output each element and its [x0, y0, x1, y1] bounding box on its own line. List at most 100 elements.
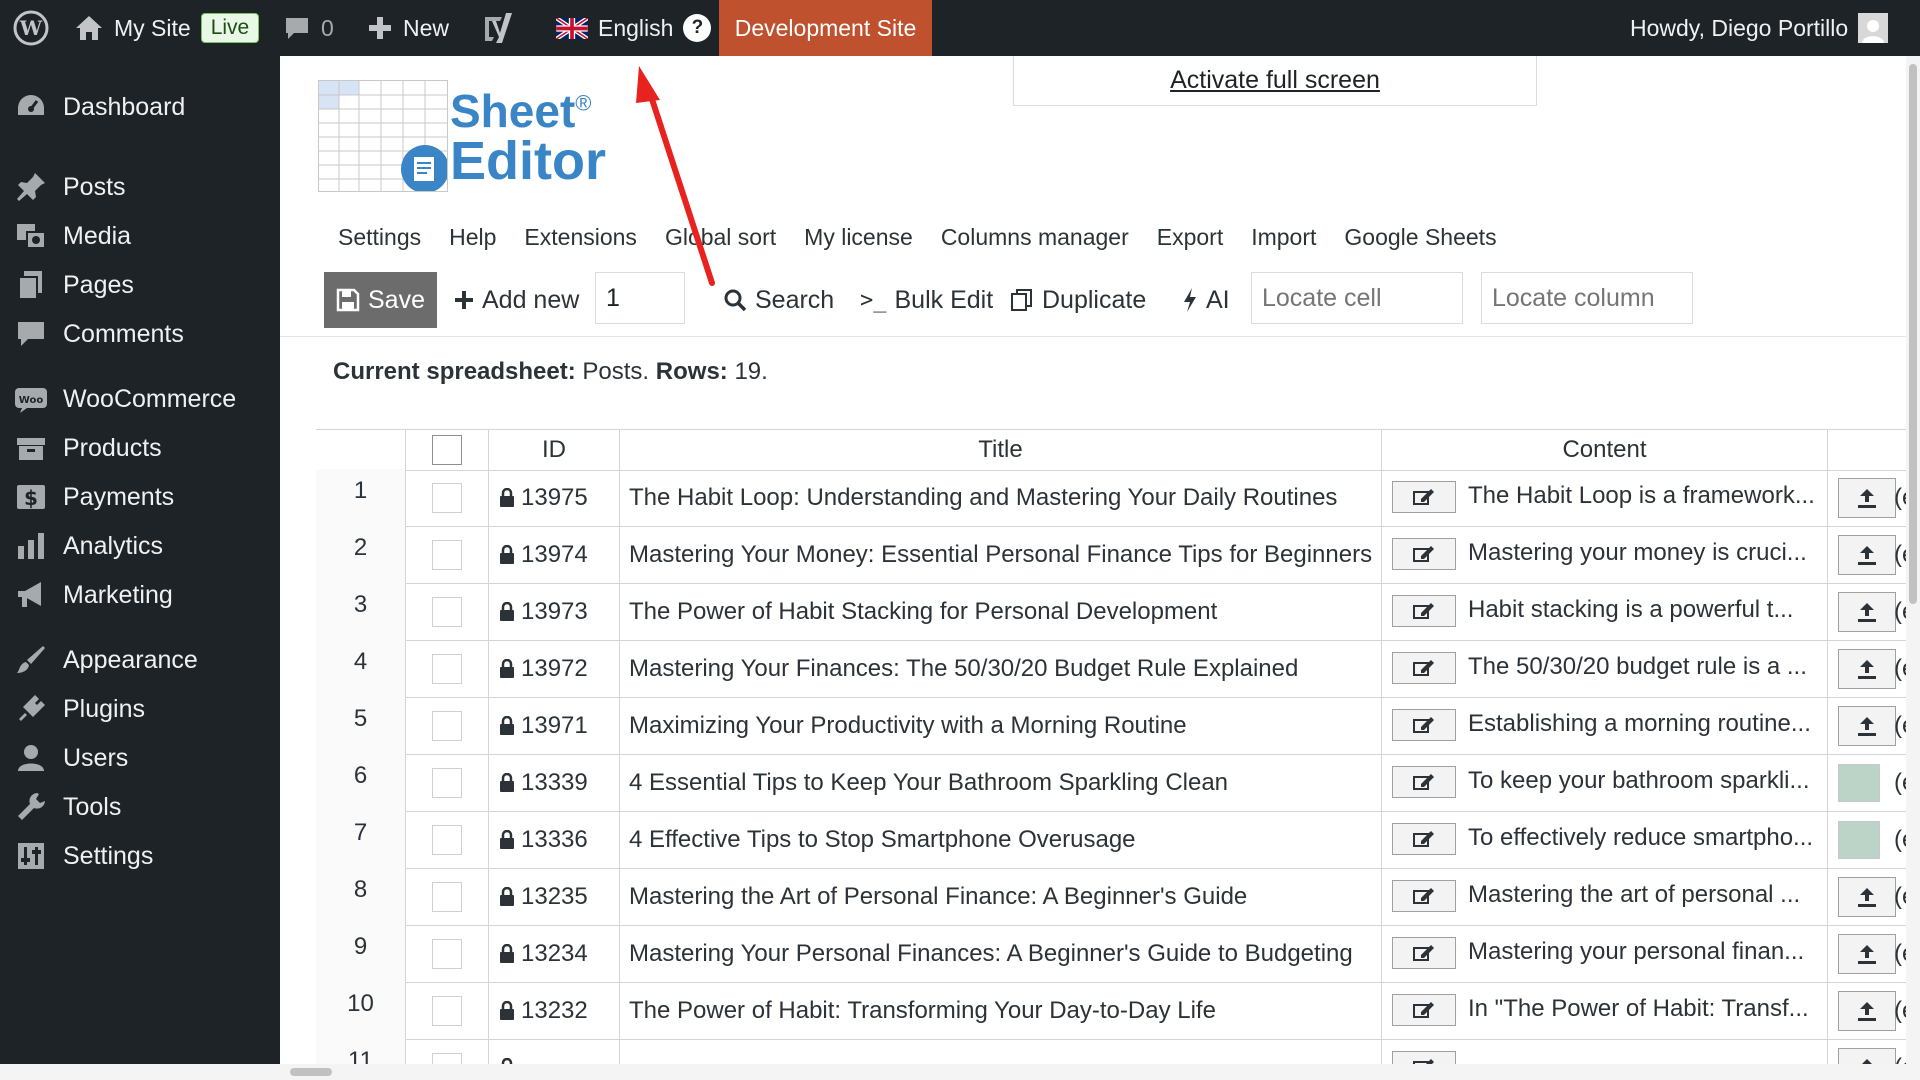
upload-image-button[interactable] — [1838, 933, 1896, 974]
horizontal-scrollbar[interactable] — [0, 1064, 1906, 1080]
row-select-cell[interactable] — [406, 697, 489, 754]
sidebar-item-payments[interactable]: $ Payments — [0, 472, 280, 522]
nav-settings[interactable]: Settings — [338, 224, 421, 251]
row-checkbox[interactable] — [432, 824, 462, 855]
vertical-scrollbar[interactable] — [1906, 56, 1920, 1080]
row-checkbox[interactable] — [432, 596, 462, 627]
row-select-cell[interactable] — [406, 526, 489, 583]
my-site-link[interactable]: My Site Live — [74, 0, 260, 56]
header-content[interactable]: Content — [1382, 430, 1828, 470]
nav-extensions[interactable]: Extensions — [524, 224, 637, 251]
table-row[interactable]: 9 13234 Mastering Your Personal Finances: … — [316, 925, 1920, 983]
edit-content-button[interactable] — [1392, 538, 1456, 570]
table-row[interactable]: 8 13235 Mastering the Art of Personal Fina… — [316, 868, 1920, 926]
row-checkbox[interactable] — [432, 539, 462, 570]
nav-google-sheets[interactable]: Google Sheets — [1344, 224, 1496, 251]
row-select-cell[interactable] — [406, 754, 489, 811]
sidebar-item-marketing[interactable]: Marketing — [0, 570, 280, 620]
title-cell[interactable]: Mastering Your Finances: The 50/30/20 Bu… — [620, 640, 1382, 697]
row-select-cell[interactable] — [406, 469, 489, 526]
ai-button[interactable]: AI — [1182, 272, 1230, 328]
add-new-count-input[interactable]: 1 — [595, 272, 685, 324]
select-all-checkbox[interactable] — [432, 435, 462, 465]
language-switcher[interactable]: English ? — [556, 0, 712, 56]
locate-column-input[interactable]: Locate column — [1481, 272, 1693, 324]
row-checkbox[interactable] — [432, 767, 462, 798]
row-select-cell[interactable] — [406, 811, 489, 868]
edit-content-button[interactable] — [1392, 652, 1456, 684]
nav-columns-manager[interactable]: Columns manager — [941, 224, 1129, 251]
row-checkbox[interactable] — [432, 881, 462, 912]
content-cell[interactable]: The 50/30/20 budget rule is a ... — [1382, 640, 1828, 697]
sidebar-item-products[interactable]: Products — [0, 423, 280, 473]
header-select-all[interactable] — [406, 430, 489, 470]
content-cell[interactable]: Mastering the art of personal ... — [1382, 868, 1828, 925]
header-id[interactable]: ID — [489, 430, 620, 470]
row-select-cell[interactable] — [406, 925, 489, 982]
edit-content-button[interactable] — [1392, 880, 1456, 912]
edit-content-button[interactable] — [1392, 994, 1456, 1026]
table-row[interactable]: 5 13971 Maximizing Your Productivity with … — [316, 697, 1920, 755]
table-row[interactable]: 2 13974 Mastering Your Money: Essential Pe… — [316, 526, 1920, 584]
edit-content-button[interactable] — [1392, 823, 1456, 855]
add-new-button[interactable]: Add new — [454, 272, 579, 328]
sidebar-item-analytics[interactable]: Analytics — [0, 521, 280, 571]
content-cell[interactable]: Habit stacking is a powerful t... — [1382, 583, 1828, 640]
table-row[interactable]: 3 13973 The Power of Habit Stacking for Pe… — [316, 583, 1920, 641]
table-row[interactable]: 10 13232 The Power of Habit: Transforming … — [316, 982, 1920, 1040]
title-cell[interactable]: Mastering Your Money: Essential Personal… — [620, 526, 1382, 583]
yoast-icon[interactable] — [482, 0, 514, 56]
sidebar-item-users[interactable]: Users — [0, 733, 280, 783]
sidebar-item-pages[interactable]: Pages — [0, 260, 280, 310]
sidebar-item-dashboard[interactable]: Dashboard — [0, 82, 280, 132]
row-select-cell[interactable] — [406, 640, 489, 697]
edit-content-button[interactable] — [1392, 937, 1456, 969]
development-site-badge[interactable]: Development Site — [719, 0, 932, 56]
content-cell[interactable]: To keep your bathroom sparkli... — [1382, 754, 1828, 811]
nav-my-license[interactable]: My license — [804, 224, 913, 251]
sidebar-item-woocommerce[interactable]: Woo WooCommerce — [0, 374, 280, 424]
content-cell[interactable]: In "The Power of Habit: Transf... — [1382, 982, 1828, 1039]
row-checkbox[interactable] — [432, 995, 462, 1026]
sidebar-item-comments[interactable]: Comments — [0, 309, 280, 359]
sidebar-item-appearance[interactable]: Appearance — [0, 635, 280, 685]
bulk-edit-button[interactable]: >_ Bulk Edit — [860, 272, 993, 328]
sidebar-item-plugins[interactable]: Plugins — [0, 684, 280, 734]
upload-image-button[interactable] — [1838, 705, 1896, 746]
featured-image-thumbnail[interactable] — [1838, 763, 1880, 802]
title-cell[interactable]: The Power of Habit: Transforming Your Da… — [620, 982, 1382, 1039]
upload-image-button[interactable] — [1838, 477, 1896, 518]
edit-content-button[interactable] — [1392, 481, 1456, 513]
upload-image-button[interactable] — [1838, 591, 1896, 632]
account-menu[interactable]: Howdy, Diego Portillo — [1630, 0, 1889, 56]
content-cell[interactable]: The Habit Loop is a framework... — [1382, 469, 1828, 526]
row-select-cell[interactable] — [406, 583, 489, 640]
sidebar-item-settings[interactable]: Settings — [0, 831, 280, 881]
search-button[interactable]: Search — [723, 272, 834, 328]
upload-image-button[interactable] — [1838, 648, 1896, 689]
help-icon[interactable]: ? — [683, 14, 712, 42]
new-content-link[interactable]: New — [367, 0, 449, 56]
content-cell[interactable]: Mastering your personal finan... — [1382, 925, 1828, 982]
title-cell[interactable]: Mastering the Art of Personal Finance: A… — [620, 868, 1382, 925]
sidebar-item-tools[interactable]: Tools — [0, 782, 280, 832]
title-cell[interactable]: The Habit Loop: Understanding and Master… — [620, 469, 1382, 526]
edit-content-button[interactable] — [1392, 766, 1456, 798]
row-checkbox[interactable] — [432, 710, 462, 741]
title-cell[interactable]: Mastering Your Personal Finances: A Begi… — [620, 925, 1382, 982]
content-cell[interactable]: Establishing a morning routine... — [1382, 697, 1828, 754]
title-cell[interactable]: 4 Effective Tips to Stop Smartphone Over… — [620, 811, 1382, 868]
wordpress-logo-icon[interactable]: W — [12, 0, 50, 56]
upload-image-button[interactable] — [1838, 534, 1896, 575]
sidebar-item-media[interactable]: Media — [0, 211, 280, 261]
nav-global-sort[interactable]: Global sort — [665, 224, 776, 251]
title-cell[interactable]: 4 Essential Tips to Keep Your Bathroom S… — [620, 754, 1382, 811]
nav-export[interactable]: Export — [1157, 224, 1223, 251]
table-row[interactable]: 1 13975 The Habit Loop: Understanding and … — [316, 469, 1920, 527]
table-row[interactable]: 7 13336 4 Effective Tips to Stop Smartphon… — [316, 811, 1920, 869]
nav-import[interactable]: Import — [1251, 224, 1316, 251]
row-select-cell[interactable] — [406, 868, 489, 925]
row-checkbox[interactable] — [432, 938, 462, 969]
comments-link[interactable]: 0 — [283, 0, 334, 56]
row-select-cell[interactable] — [406, 982, 489, 1039]
